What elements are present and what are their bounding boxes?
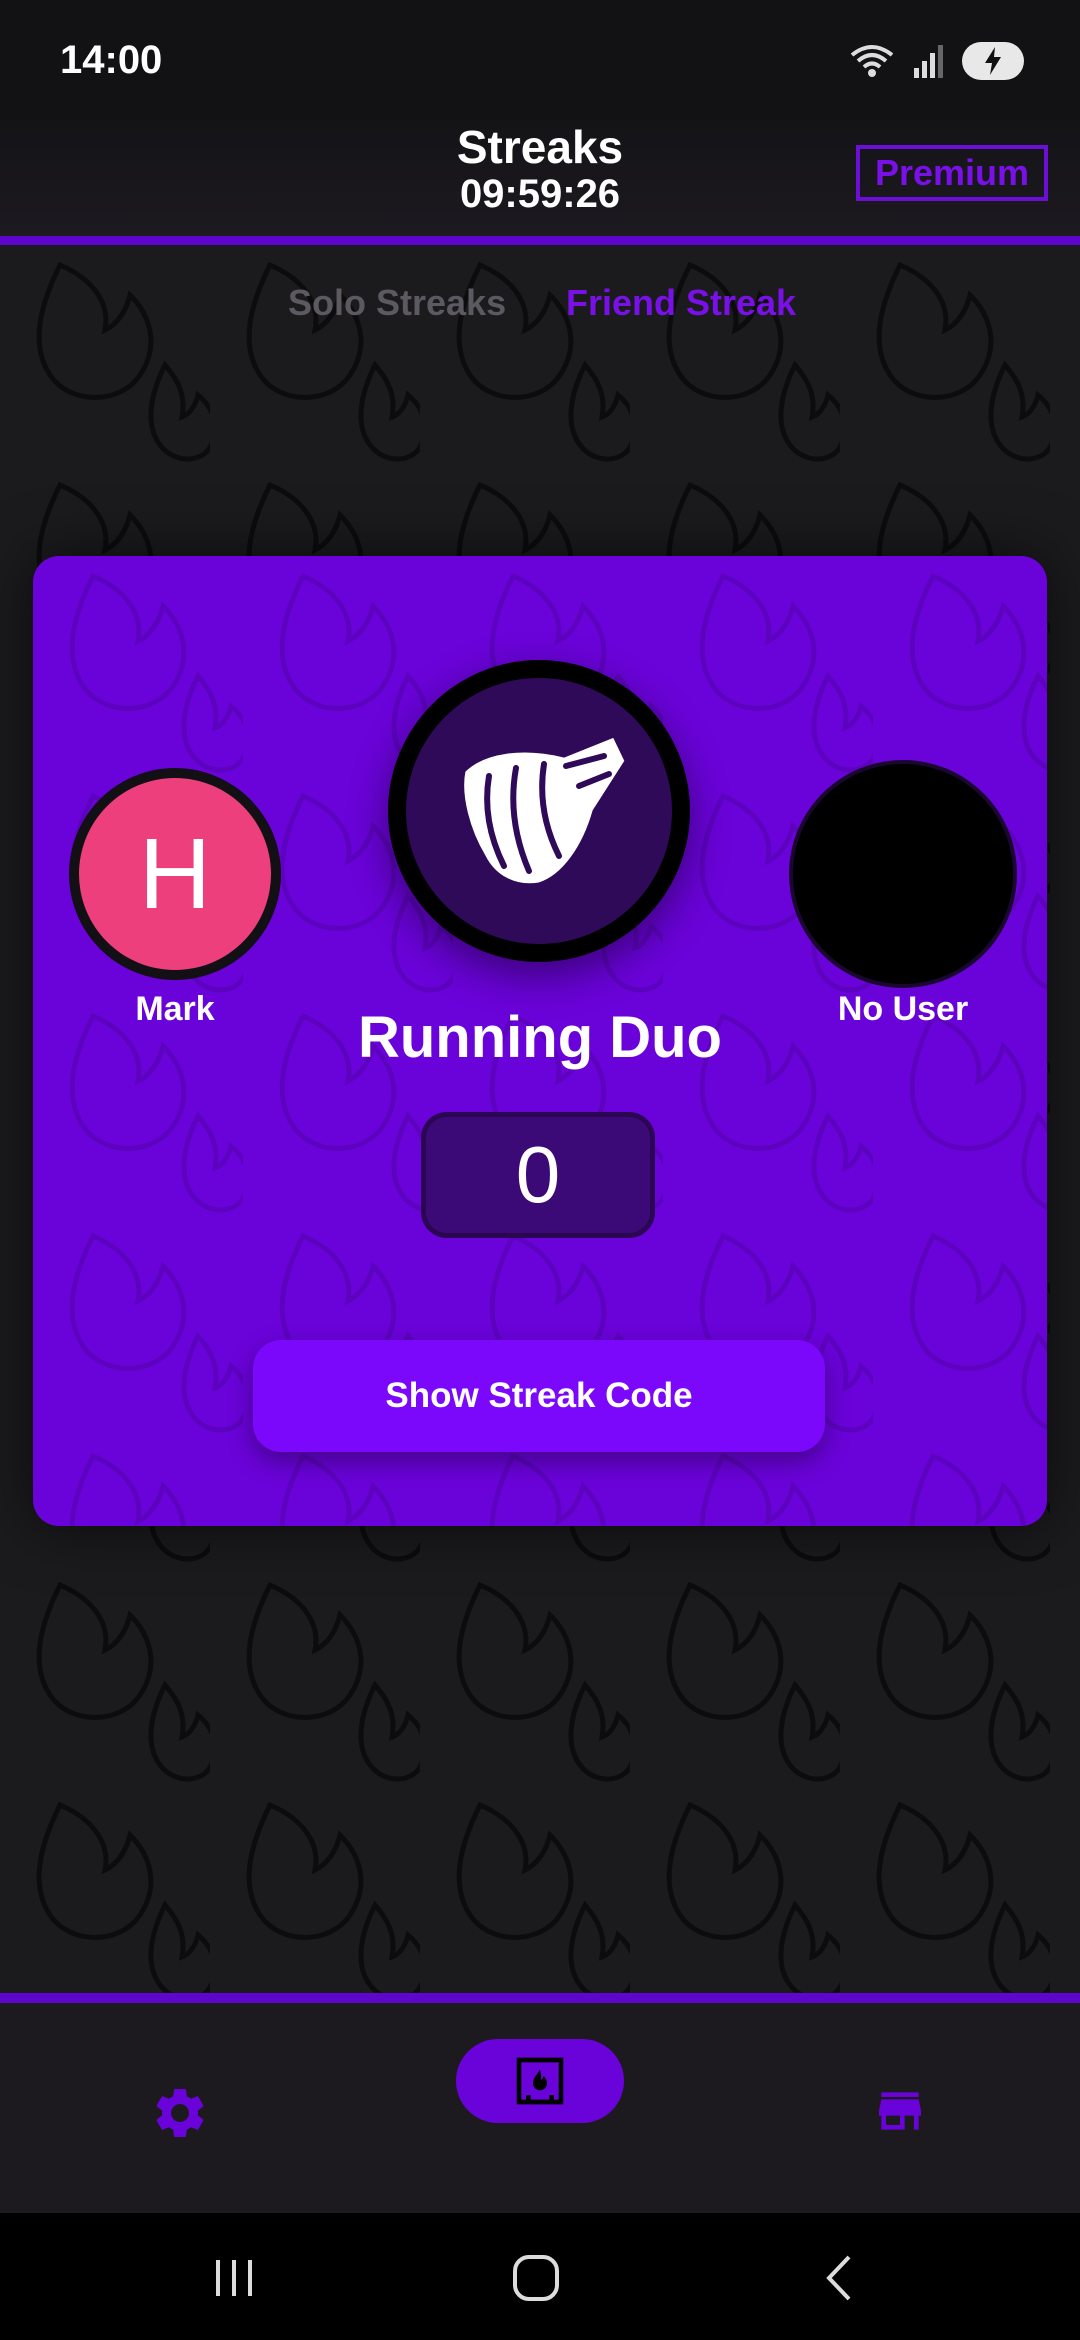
- recent-apps-button[interactable]: [199, 2245, 269, 2311]
- running-shoe-icon: [461, 734, 628, 887]
- gear-icon: [156, 2089, 204, 2137]
- store-icon: [879, 2092, 921, 2130]
- tab-friend-streak[interactable]: Friend Streak: [566, 282, 796, 324]
- tab-solo-streaks[interactable]: Solo Streaks: [288, 282, 506, 324]
- status-icons: [850, 36, 1024, 86]
- fireplace-icon: [516, 2057, 564, 2105]
- friend-streak-card: H Mark No User Running Duo 0 Show Streak…: [33, 556, 1047, 1526]
- home-icon: [513, 2255, 559, 2301]
- wifi-icon: [850, 45, 894, 77]
- status-time: 14:00: [60, 38, 163, 82]
- nav-streaks-button[interactable]: [456, 2039, 624, 2123]
- nav-settings-button[interactable]: [150, 2083, 210, 2143]
- header-divider: [0, 236, 1080, 245]
- system-nav-bar: [0, 2213, 1080, 2340]
- premium-button[interactable]: Premium: [856, 145, 1048, 201]
- streak-badge[interactable]: [388, 660, 690, 962]
- left-user-avatar[interactable]: H: [69, 768, 281, 980]
- battery-icon: [962, 42, 1024, 80]
- back-button[interactable]: [804, 2245, 874, 2311]
- right-user-avatar[interactable]: [793, 764, 1013, 984]
- nav-store-button[interactable]: [872, 2083, 928, 2139]
- recent-apps-icon: [216, 2260, 252, 2296]
- bottom-nav: [0, 2003, 1080, 2213]
- show-streak-code-button[interactable]: Show Streak Code: [253, 1340, 825, 1452]
- app-header: Streaks 09:59:26 Premium: [0, 120, 1080, 236]
- streak-tabs: Solo Streaks Friend Streak: [0, 282, 1080, 338]
- back-icon: [826, 2255, 851, 2301]
- bottom-nav-divider: [0, 1993, 1080, 2003]
- avatar-initial: H: [79, 778, 271, 970]
- home-button[interactable]: [501, 2245, 571, 2311]
- signal-icon: [914, 45, 943, 78]
- streak-count: 0: [421, 1112, 655, 1238]
- status-bar: 14:00: [0, 0, 1080, 120]
- streak-name: Running Duo: [357, 1005, 722, 1070]
